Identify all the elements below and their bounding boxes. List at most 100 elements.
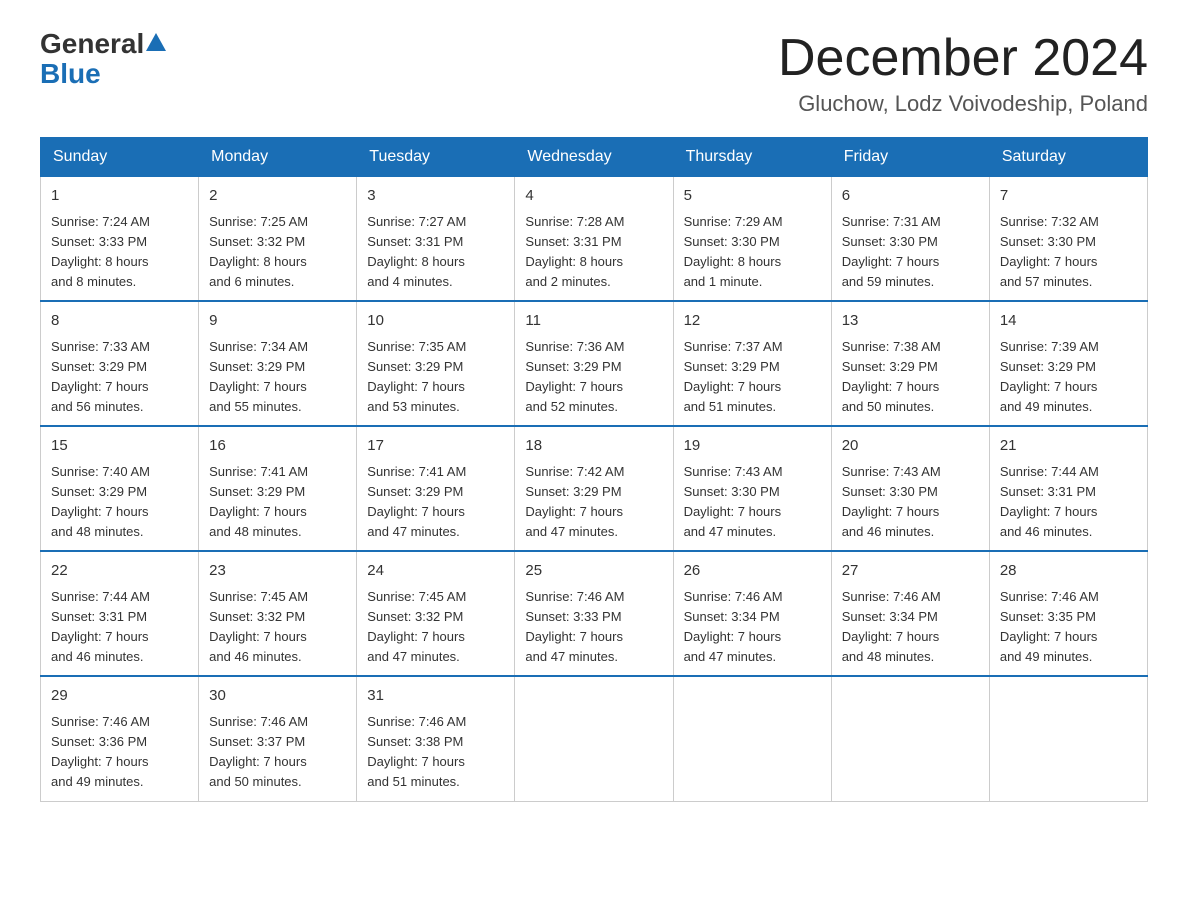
day-number: 22	[51, 560, 188, 583]
calendar-cell: 11Sunrise: 7:36 AMSunset: 3:29 PMDayligh…	[515, 301, 673, 426]
calendar-cell: 19 Sunrise: 7:43 AMSunset: 3:30 PMDayligh…	[673, 426, 831, 551]
calendar-cell: 29 Sunrise: 7:46 AMSunset: 3:36 PMDayligh…	[41, 676, 199, 801]
day-info: Sunrise: 7:43 AMSunset: 3:30 PMDaylight:…	[684, 462, 821, 543]
weekday-header-friday: Friday	[831, 138, 989, 177]
calendar-cell: 30 Sunrise: 7:46 AMSunset: 3:37 PMDayligh…	[199, 676, 357, 801]
day-number: 13	[842, 310, 979, 333]
calendar-cell: 15Sunrise: 7:40 AMSunset: 3:29 PMDayligh…	[41, 426, 199, 551]
calendar-table: SundayMondayTuesdayWednesdayThursdayFrid…	[40, 137, 1148, 801]
calendar-cell	[989, 676, 1147, 801]
calendar-cell: 23 Sunrise: 7:45 AMSunset: 3:32 PMDayligh…	[199, 551, 357, 676]
title-area: December 2024 Gluchow, Lodz Voivodeship,…	[778, 30, 1148, 117]
day-number: 3	[367, 185, 504, 208]
day-number: 14	[1000, 310, 1137, 333]
calendar-cell: 7 Sunrise: 7:32 AMSunset: 3:30 PMDaylight…	[989, 177, 1147, 302]
calendar-cell: 12Sunrise: 7:37 AMSunset: 3:29 PMDayligh…	[673, 301, 831, 426]
day-number: 29	[51, 685, 188, 708]
day-info: Sunrise: 7:45 AMSunset: 3:32 PMDaylight:…	[209, 587, 346, 668]
calendar-cell: 13 Sunrise: 7:38 AMSunset: 3:29 PMDayligh…	[831, 301, 989, 426]
day-info: Sunrise: 7:36 AMSunset: 3:29 PMDaylight:…	[525, 337, 662, 418]
calendar-week-row: 29 Sunrise: 7:46 AMSunset: 3:36 PMDayligh…	[41, 676, 1148, 801]
day-number: 21	[1000, 435, 1137, 458]
day-info: Sunrise: 7:31 AMSunset: 3:30 PMDaylight:…	[842, 212, 979, 293]
day-number: 20	[842, 435, 979, 458]
day-number: 17	[367, 435, 504, 458]
calendar-cell: 16 Sunrise: 7:41 AMSunset: 3:29 PMDayligh…	[199, 426, 357, 551]
day-number: 2	[209, 185, 346, 208]
calendar-cell: 5Sunrise: 7:29 AMSunset: 3:30 PMDaylight…	[673, 177, 831, 302]
day-number: 24	[367, 560, 504, 583]
day-info: Sunrise: 7:39 AMSunset: 3:29 PMDaylight:…	[1000, 337, 1137, 418]
calendar-cell: 6Sunrise: 7:31 AMSunset: 3:30 PMDaylight…	[831, 177, 989, 302]
day-info: Sunrise: 7:28 AMSunset: 3:31 PMDaylight:…	[525, 212, 662, 293]
day-number: 23	[209, 560, 346, 583]
day-info: Sunrise: 7:38 AMSunset: 3:29 PMDaylight:…	[842, 337, 979, 418]
day-info: Sunrise: 7:42 AMSunset: 3:29 PMDaylight:…	[525, 462, 662, 543]
calendar-cell: 25 Sunrise: 7:46 AMSunset: 3:33 PMDayligh…	[515, 551, 673, 676]
day-number: 8	[51, 310, 188, 333]
day-info: Sunrise: 7:44 AMSunset: 3:31 PMDaylight:…	[1000, 462, 1137, 543]
logo-blue-text: Blue	[40, 58, 101, 90]
logo-general-text: General	[40, 30, 144, 58]
day-info: Sunrise: 7:27 AMSunset: 3:31 PMDaylight:…	[367, 212, 504, 293]
day-info: Sunrise: 7:45 AMSunset: 3:32 PMDaylight:…	[367, 587, 504, 668]
day-info: Sunrise: 7:44 AMSunset: 3:31 PMDaylight:…	[51, 587, 188, 668]
calendar-cell: 4 Sunrise: 7:28 AMSunset: 3:31 PMDaylight…	[515, 177, 673, 302]
calendar-cell: 9 Sunrise: 7:34 AMSunset: 3:29 PMDaylight…	[199, 301, 357, 426]
day-number: 1	[51, 185, 188, 208]
day-info: Sunrise: 7:41 AMSunset: 3:29 PMDaylight:…	[209, 462, 346, 543]
day-info: Sunrise: 7:32 AMSunset: 3:30 PMDaylight:…	[1000, 212, 1137, 293]
weekday-header-sunday: Sunday	[41, 138, 199, 177]
day-info: Sunrise: 7:46 AMSunset: 3:33 PMDaylight:…	[525, 587, 662, 668]
day-number: 30	[209, 685, 346, 708]
day-number: 9	[209, 310, 346, 333]
weekday-header-tuesday: Tuesday	[357, 138, 515, 177]
calendar-cell: 17 Sunrise: 7:41 AMSunset: 3:29 PMDayligh…	[357, 426, 515, 551]
day-number: 25	[525, 560, 662, 583]
weekday-header-thursday: Thursday	[673, 138, 831, 177]
page-header: General Blue December 2024 Gluchow, Lodz…	[40, 30, 1148, 117]
day-number: 18	[525, 435, 662, 458]
calendar-week-row: 1 Sunrise: 7:24 AMSunset: 3:33 PMDaylight…	[41, 177, 1148, 302]
day-info: Sunrise: 7:41 AMSunset: 3:29 PMDaylight:…	[367, 462, 504, 543]
calendar-cell: 1 Sunrise: 7:24 AMSunset: 3:33 PMDaylight…	[41, 177, 199, 302]
day-number: 28	[1000, 560, 1137, 583]
calendar-cell: 31 Sunrise: 7:46 AMSunset: 3:38 PMDayligh…	[357, 676, 515, 801]
day-number: 12	[684, 310, 821, 333]
day-info: Sunrise: 7:46 AMSunset: 3:37 PMDaylight:…	[209, 712, 346, 793]
day-info: Sunrise: 7:43 AMSunset: 3:30 PMDaylight:…	[842, 462, 979, 543]
calendar-cell: 8 Sunrise: 7:33 AMSunset: 3:29 PMDaylight…	[41, 301, 199, 426]
day-number: 27	[842, 560, 979, 583]
day-number: 16	[209, 435, 346, 458]
day-info: Sunrise: 7:25 AMSunset: 3:32 PMDaylight:…	[209, 212, 346, 293]
calendar-cell: 3 Sunrise: 7:27 AMSunset: 3:31 PMDaylight…	[357, 177, 515, 302]
day-info: Sunrise: 7:46 AMSunset: 3:35 PMDaylight:…	[1000, 587, 1137, 668]
month-title: December 2024	[778, 30, 1148, 87]
calendar-cell: 2 Sunrise: 7:25 AMSunset: 3:32 PMDaylight…	[199, 177, 357, 302]
day-number: 7	[1000, 185, 1137, 208]
calendar-cell: 10 Sunrise: 7:35 AMSunset: 3:29 PMDayligh…	[357, 301, 515, 426]
calendar-cell	[515, 676, 673, 801]
day-number: 5	[684, 185, 821, 208]
day-number: 10	[367, 310, 504, 333]
day-info: Sunrise: 7:35 AMSunset: 3:29 PMDaylight:…	[367, 337, 504, 418]
day-number: 4	[525, 185, 662, 208]
day-info: Sunrise: 7:33 AMSunset: 3:29 PMDaylight:…	[51, 337, 188, 418]
logo: General Blue	[40, 30, 168, 90]
calendar-week-row: 8 Sunrise: 7:33 AMSunset: 3:29 PMDaylight…	[41, 301, 1148, 426]
day-info: Sunrise: 7:24 AMSunset: 3:33 PMDaylight:…	[51, 212, 188, 293]
day-number: 19	[684, 435, 821, 458]
day-info: Sunrise: 7:46 AMSunset: 3:34 PMDaylight:…	[684, 587, 821, 668]
calendar-cell: 24 Sunrise: 7:45 AMSunset: 3:32 PMDayligh…	[357, 551, 515, 676]
day-number: 31	[367, 685, 504, 708]
calendar-cell: 22 Sunrise: 7:44 AMSunset: 3:31 PMDayligh…	[41, 551, 199, 676]
calendar-cell: 28 Sunrise: 7:46 AMSunset: 3:35 PMDayligh…	[989, 551, 1147, 676]
day-info: Sunrise: 7:46 AMSunset: 3:36 PMDaylight:…	[51, 712, 188, 793]
location-subtitle: Gluchow, Lodz Voivodeship, Poland	[778, 91, 1148, 117]
calendar-cell: 20 Sunrise: 7:43 AMSunset: 3:30 PMDayligh…	[831, 426, 989, 551]
day-info: Sunrise: 7:34 AMSunset: 3:29 PMDaylight:…	[209, 337, 346, 418]
day-info: Sunrise: 7:46 AMSunset: 3:38 PMDaylight:…	[367, 712, 504, 793]
weekday-header-wednesday: Wednesday	[515, 138, 673, 177]
calendar-cell	[673, 676, 831, 801]
logo-triangle-icon	[146, 33, 166, 51]
